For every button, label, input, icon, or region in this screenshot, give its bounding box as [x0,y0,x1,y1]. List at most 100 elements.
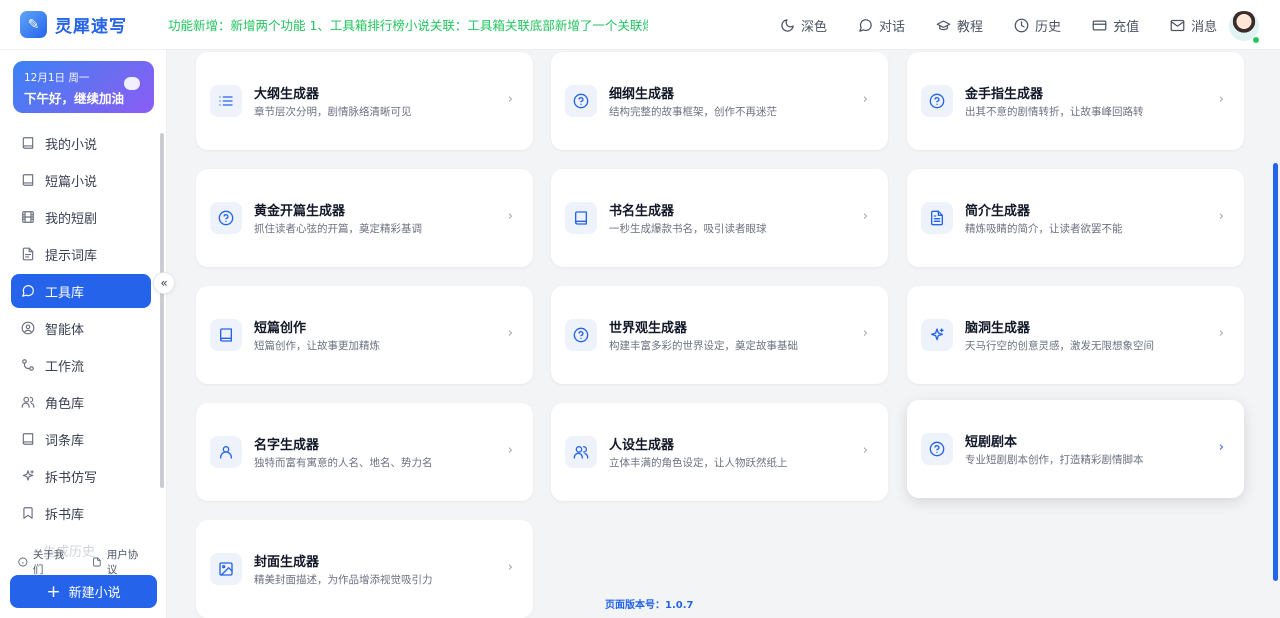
tool-card-title: 黄金开篇生成器 [254,204,346,219]
chevron-right-icon: › [507,326,513,341]
chevron-right-icon: › [507,209,513,224]
sidebar-item-label: 工具库 [45,285,85,301]
nav-item-3[interactable]: 历史 [1014,16,1061,35]
nav-item-0[interactable]: 深色 [780,16,827,35]
nav-item-4[interactable]: 充值 [1092,16,1139,35]
tool-card[interactable]: 书名生成器 一秒生成爆款书名，吸引读者眼球 › [551,169,888,267]
bookmark-icon [23,507,33,519]
tool-card-icon-box [565,85,597,117]
tool-card[interactable]: 大纲生成器 章节层次分明，剧情脉络清晰可见 › [196,52,533,150]
mail-icon [1170,19,1185,31]
sidebar-item-0[interactable]: 我的小说 [11,126,151,160]
tool-card-desc: 专业短剧剧本创作，打造精彩剧情脚本 [965,454,1144,466]
sidebar-scrollbar[interactable] [160,133,164,488]
nav-item-label: 充值 [1113,19,1140,35]
tool-card-desc: 独特而富有寓意的人名、地名、势力名 [254,457,433,469]
tool-card-desc: 抓住读者心弦的开篇，奠定精彩基调 [254,223,422,235]
sidebar-menu: 我的小说短篇小说我的短剧提示词库工具库智能体工作流角色库词条库拆书仿写拆书库 [11,126,151,533]
chat-bubble-icon [124,77,140,90]
sidebar-item-label: 我的小说 [45,137,98,153]
file-text-icon [931,210,943,226]
sparkle-icon [22,470,34,481]
tool-card-icon-box [921,433,953,465]
help-circle-icon [573,93,589,109]
moon-icon [781,18,794,32]
plus-icon: + [46,581,61,602]
sidebar-item-8[interactable]: 词条库 [11,422,151,456]
tool-card-icon-box [565,319,597,351]
tool-card[interactable]: 短剧剧本 专业短剧剧本创作，打造精彩剧情脚本 › [907,400,1244,498]
nav-item-label: 消息 [1191,19,1218,35]
nav-item-5[interactable]: 消息 [1170,16,1217,35]
sidebar-item-label: 提示词库 [45,248,98,264]
tool-card-desc: 出其不意的剧情转折，让故事峰回路转 [965,106,1144,118]
sparkle-icon [931,328,944,341]
tool-card-icon-box [210,436,242,468]
sidebar-item-2[interactable]: 我的短剧 [11,200,151,234]
about-link[interactable]: 关于我们 [18,547,74,577]
sidebar-item-label: 角色库 [45,396,85,412]
tool-card[interactable]: 简介生成器 精炼吸睛的简介，让读者欲罢不能 › [907,169,1244,267]
chevron-right-icon: › [1218,326,1224,341]
sidebar-footer-links: 关于我们 用户协议 [18,547,166,577]
tool-card-title: 细纲生成器 [609,87,675,102]
tool-card-desc: 精美封面描述，为作品增添视觉吸引力 [254,574,433,586]
chevron-right-icon: › [862,209,868,224]
chevron-right-icon: › [862,92,868,107]
chevron-right-icon: › [507,92,513,107]
tool-card[interactable]: 封面生成器 精美封面描述，为作品增添视觉吸引力 › [196,520,533,618]
tool-card[interactable]: 短篇创作 短篇创作，让故事更加精炼 › [196,286,533,384]
tool-card[interactable]: 脑洞生成器 天马行空的创意灵感，激发无限想象空间 › [907,286,1244,384]
bot-icon [21,321,35,335]
chevron-right-icon: › [507,560,513,575]
sidebar-item-label: 拆书仿写 [45,470,98,486]
list-icon [219,96,233,106]
sidebar-item-label: 词条库 [45,433,85,449]
tool-card-icon-box [921,202,953,234]
sidebar-item-9[interactable]: 拆书仿写 [11,459,151,493]
sidebar-item-10[interactable]: 拆书库 [11,496,151,530]
tool-card-icon-box [921,85,953,117]
sidebar-item-1[interactable]: 短篇小说 [11,163,151,197]
greeting-message: 下午好，继续加油 [24,91,125,106]
graduation-cap-icon [936,20,951,30]
tool-card[interactable]: 金手指生成器 出其不意的剧情转折，让故事峰回路转 › [907,52,1244,150]
nav-item-label: 深色 [801,19,828,35]
sidebar-item-6[interactable]: 工作流 [11,348,151,382]
sidebar-item-label: 拆书库 [45,507,85,523]
sidebar-item-label: 智能体 [45,322,85,338]
sidebar-item-7[interactable]: 角色库 [11,385,151,419]
file-icon [22,247,34,261]
tool-card-desc: 立体丰满的角色设定，让人物跃然纸上 [609,457,788,469]
tool-card[interactable]: 人设生成器 立体丰满的角色设定，让人物跃然纸上 › [551,403,888,501]
new-novel-button[interactable]: + 新建小说 [10,575,157,608]
page-version: 页面版本号：1.0.7 [605,600,694,611]
sidebar-item-5[interactable]: 智能体 [11,311,151,345]
tool-card[interactable]: 名字生成器 独特而富有寓意的人名、地名、势力名 › [196,403,533,501]
tool-card-icon-box [210,202,242,234]
tool-card-icon-box [210,85,242,117]
file-icon [93,557,101,567]
tool-card-title: 脑洞生成器 [965,321,1031,336]
help-circle-icon [573,327,589,343]
sidebar: 12月1日 周一 下午好，继续加油 我的小说 短篇小说 我的短剧 提示词库 工具库 智能体… [0,50,167,618]
main-scrollbar[interactable] [1273,163,1278,581]
tool-card[interactable]: 细纲生成器 结构完整的故事框架，创作不再迷茫 › [551,52,888,150]
chevron-right-icon: › [1218,92,1224,107]
nav-item-2[interactable]: 教程 [936,16,983,35]
nav-item-1[interactable]: 对话 [858,16,905,35]
sidebar-item-3[interactable]: 提示词库 [11,237,151,271]
collapse-sidebar-button[interactable]: « [153,272,175,294]
tool-card-icon-box [565,436,597,468]
sidebar-item-4[interactable]: 工具库 [11,274,151,308]
app-logo[interactable]: ✎ 灵犀速写 [20,11,148,38]
sidebar-item-label: 我的短剧 [45,211,98,227]
announcement-ticker[interactable]: 功能新增：新增两个功能 1、工具箱排行榜小说关联：工具箱关联底部新增了一个关联爆… [168,15,648,34]
agreement-link[interactable]: 用户协议 [92,547,148,577]
workflow-icon [22,359,34,371]
tool-card[interactable]: 世界观生成器 构建丰富多彩的世界设定，奠定故事基础 › [551,286,888,384]
tool-card-icon-box [921,319,953,351]
tool-card-title: 短剧剧本 [965,435,1018,450]
help-circle-icon [929,441,945,457]
tool-card[interactable]: 黄金开篇生成器抓住读者心弦的开篇，奠定精彩基调 › [196,169,533,267]
